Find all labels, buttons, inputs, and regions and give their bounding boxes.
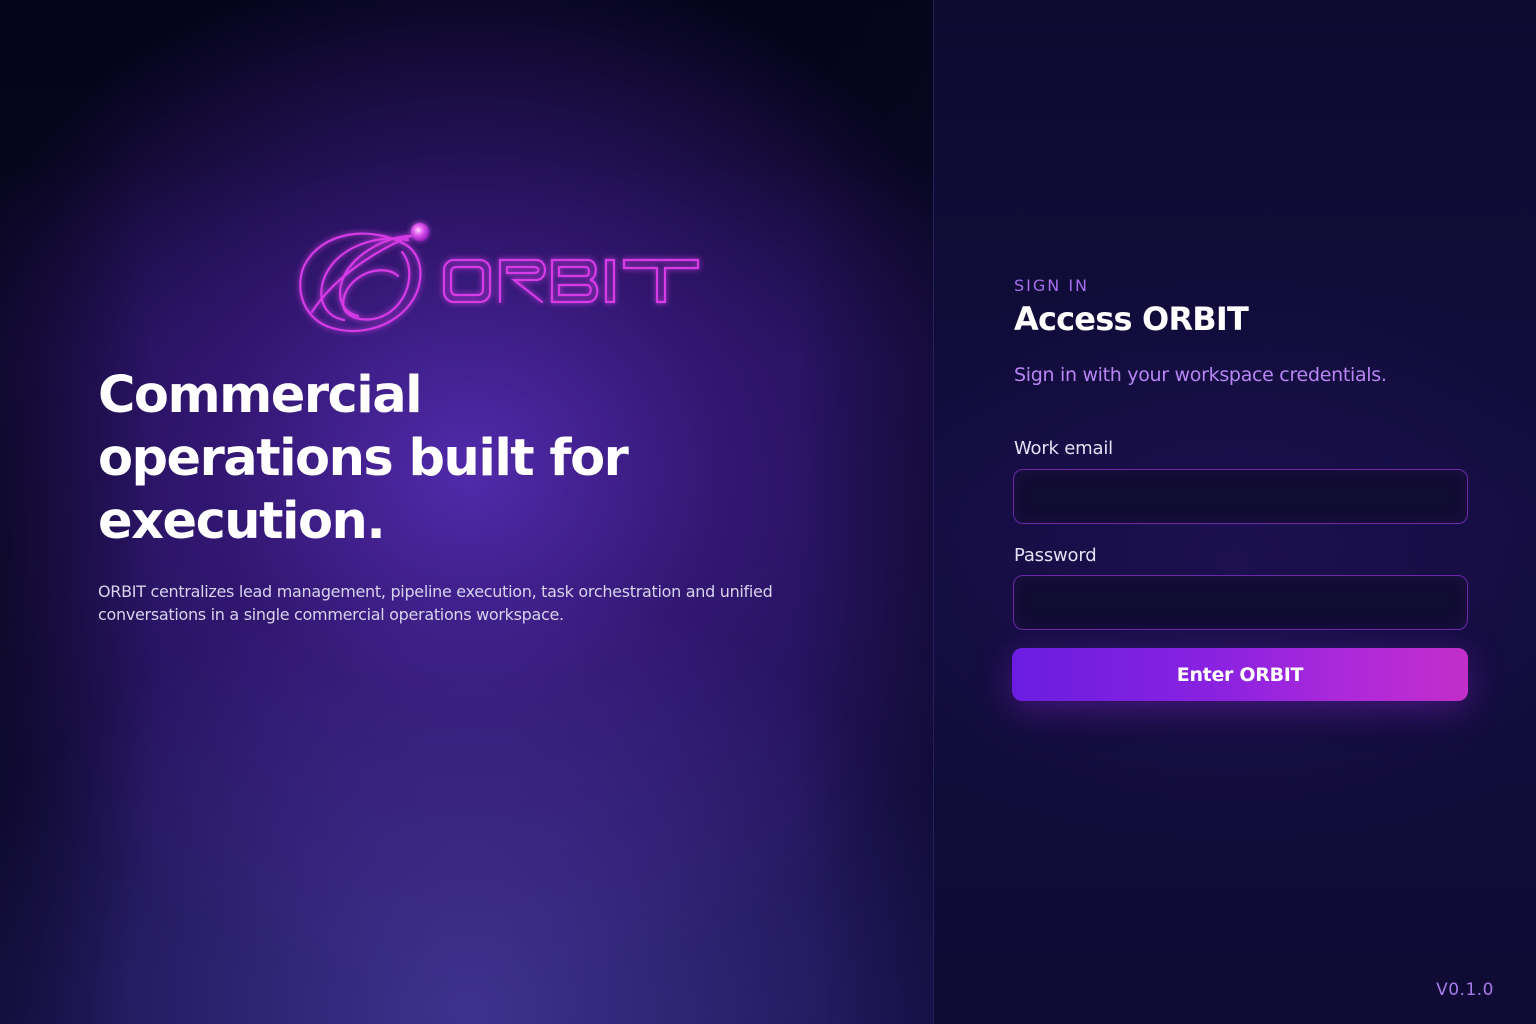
- version-label: V0.1.0: [1436, 980, 1494, 1000]
- password-field[interactable]: [1013, 575, 1468, 630]
- hero-title: Commercial operations built for executio…: [98, 366, 629, 551]
- signin-eyebrow: SIGN IN: [1014, 276, 1090, 295]
- login-page: Commercial operations built for executio…: [0, 0, 1536, 1024]
- enter-orbit-button[interactable]: Enter ORBIT: [1012, 648, 1468, 701]
- email-label: Work email: [1014, 438, 1113, 459]
- hero-panel: Commercial operations built for executio…: [0, 0, 933, 1024]
- password-label: Password: [1014, 545, 1097, 566]
- hero-description: ORBIT centralizes lead management, pipel…: [98, 582, 773, 624]
- email-field[interactable]: [1013, 469, 1468, 524]
- signin-title: Access ORBIT: [1014, 300, 1249, 338]
- signin-subtitle: Sign in with your workspace credentials.: [1014, 364, 1387, 386]
- orbit-logo: [292, 216, 708, 338]
- signin-panel: SIGN IN Access ORBIT Sign in with your w…: [934, 0, 1536, 1024]
- orbit-ring-icon: [299, 223, 700, 333]
